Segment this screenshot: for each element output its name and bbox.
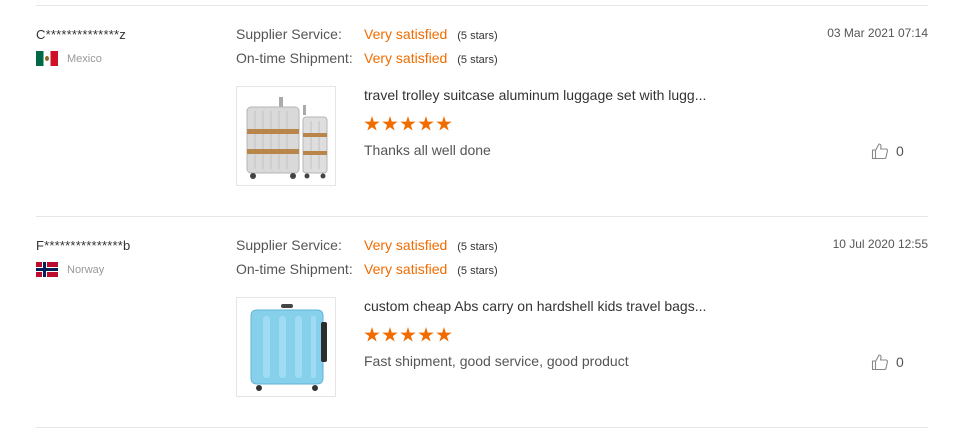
reviewer-country: Mexico [36, 51, 102, 66]
on-time-shipment-rating: On-time Shipment: Very satisfied (5 star… [236, 50, 498, 66]
review-item: F***************b Norway Supplier Servic… [0, 217, 963, 427]
product-thumbnail[interactable] [236, 297, 336, 397]
like-button[interactable]: 0 [871, 142, 904, 160]
product-link[interactable]: travel trolley suitcase aluminum luggage… [364, 87, 706, 103]
on-time-shipment-stars: (5 stars) [457, 54, 498, 66]
star-icon [364, 327, 380, 342]
supplier-service-stars: (5 stars) [457, 30, 498, 42]
reviewer-name: C**************z [36, 27, 126, 42]
on-time-shipment-value: Very satisfied [364, 50, 448, 66]
thumbs-up-icon [871, 354, 888, 371]
on-time-shipment-label: On-time Shipment: [236, 50, 353, 66]
country-name: Mexico [67, 52, 102, 65]
divider [36, 427, 928, 428]
supplier-service-value: Very satisfied [364, 26, 448, 42]
star-icon [436, 116, 452, 131]
star-icon [436, 327, 452, 342]
thumbs-up-icon [871, 143, 888, 160]
reviewer-name: F***************b [36, 238, 131, 253]
mexico-flag-icon [36, 51, 58, 66]
country-name: Norway [67, 263, 105, 276]
review-item: C**************z Mexico Supplier Service… [0, 6, 963, 216]
star-icon [418, 327, 434, 342]
supplier-service-label: Supplier Service: [236, 237, 342, 253]
star-rating [364, 116, 452, 132]
star-rating [364, 327, 452, 343]
star-icon [400, 327, 416, 342]
on-time-shipment-label: On-time Shipment: [236, 261, 353, 277]
star-icon [400, 116, 416, 131]
review-comment: Fast shipment, good service, good produc… [364, 353, 629, 369]
blue-hardshell-suitcase-image [250, 304, 327, 391]
on-time-shipment-rating: On-time Shipment: Very satisfied (5 star… [236, 261, 498, 277]
star-icon [382, 116, 398, 131]
aluminum-luggage-set-image [246, 97, 328, 179]
review-comment: Thanks all well done [364, 142, 491, 158]
supplier-service-rating: Supplier Service: Very satisfied (5 star… [236, 237, 498, 253]
supplier-service-label: Supplier Service: [236, 26, 342, 42]
product-link[interactable]: custom cheap Abs carry on hardshell kids… [364, 298, 706, 314]
on-time-shipment-value: Very satisfied [364, 261, 448, 277]
like-count: 0 [896, 354, 904, 370]
reviewer-country: Norway [36, 262, 104, 277]
supplier-service-value: Very satisfied [364, 237, 448, 253]
supplier-service-rating: Supplier Service: Very satisfied (5 star… [236, 26, 498, 42]
supplier-service-stars: (5 stars) [457, 241, 498, 253]
star-icon [382, 327, 398, 342]
review-date: 10 Jul 2020 12:55 [832, 237, 928, 251]
norway-flag-icon [36, 262, 58, 277]
like-count: 0 [896, 143, 904, 159]
product-thumbnail[interactable] [236, 86, 336, 186]
review-date: 03 Mar 2021 07:14 [827, 26, 928, 40]
like-button[interactable]: 0 [871, 353, 904, 371]
star-icon [418, 116, 434, 131]
review-list: C**************z Mexico Supplier Service… [0, 0, 963, 434]
on-time-shipment-stars: (5 stars) [457, 265, 498, 277]
star-icon [364, 116, 380, 131]
